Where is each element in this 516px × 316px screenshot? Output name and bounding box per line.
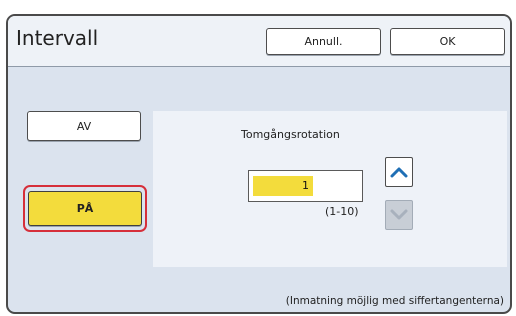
idle-rotation-value: 1	[302, 179, 309, 192]
on-button[interactable]: PÅ	[28, 191, 142, 226]
decrement-button[interactable]	[385, 200, 413, 230]
ok-button[interactable]: OK	[390, 28, 505, 55]
dialog-title: Intervall	[16, 26, 99, 50]
chevron-down-icon	[390, 209, 408, 220]
value-range: (1-10)	[325, 205, 359, 218]
input-hint: (Inmatning möjlig med siffertangenterna)	[285, 295, 504, 307]
chevron-up-icon	[390, 167, 408, 178]
idle-rotation-panel: Tomgångsrotation 1 (1-10)	[153, 111, 507, 267]
off-button[interactable]: AV	[27, 111, 141, 141]
cancel-button[interactable]: Annull.	[266, 28, 381, 55]
interval-dialog: Intervall Annull. OK AV PÅ Tomgångsrotat…	[6, 14, 512, 314]
idle-rotation-label: Tomgångsrotation	[241, 128, 340, 141]
title-bar: Intervall Annull. OK	[8, 16, 510, 67]
idle-rotation-input[interactable]: 1	[248, 170, 363, 202]
increment-button[interactable]	[385, 157, 413, 187]
